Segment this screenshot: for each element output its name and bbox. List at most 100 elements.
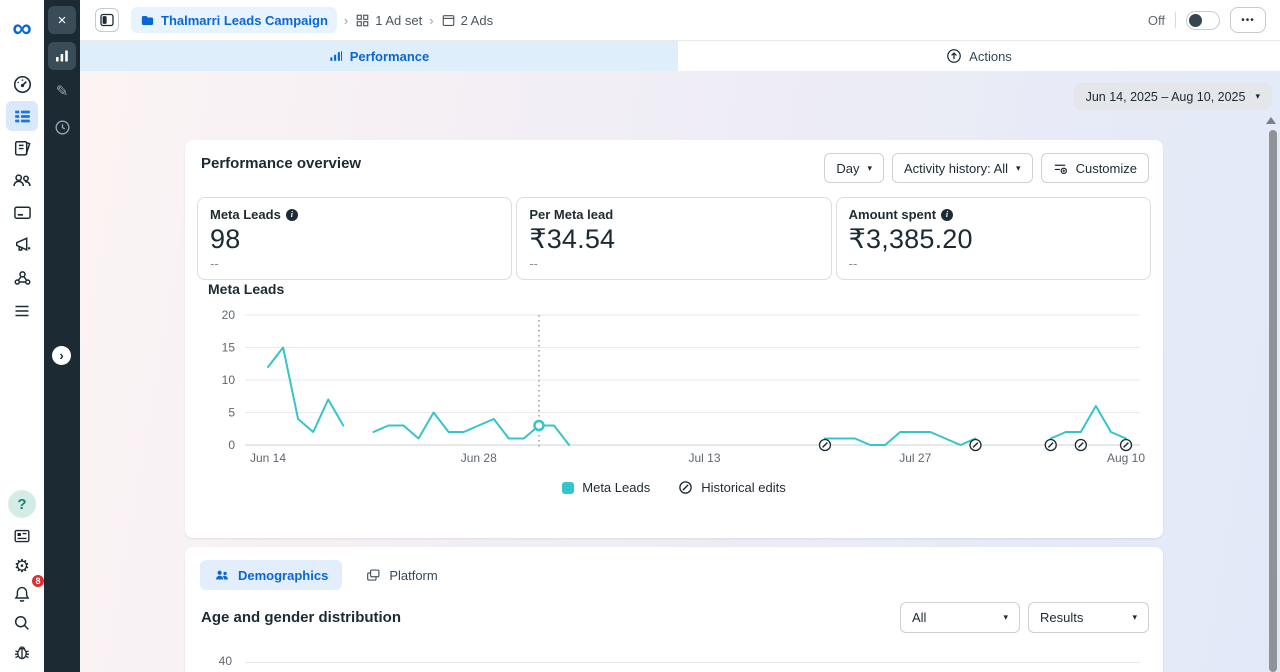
close-panel-button[interactable]: × — [48, 6, 76, 34]
metric-meta-leads[interactable]: Meta Leads i 98 -- — [197, 197, 512, 280]
tab-platform-label: Platform — [389, 568, 437, 583]
history-panel-button[interactable] — [48, 113, 76, 141]
tab-demographics[interactable]: Demographics — [200, 560, 342, 590]
metric-value: 98 — [210, 224, 499, 255]
chart-title: Meta Leads — [208, 281, 284, 297]
age-gender-section-header: Age and gender distribution All ▾ Result… — [201, 602, 1149, 633]
tab-actions-label: Actions — [969, 49, 1012, 64]
campaign-status-toggle[interactable] — [1186, 11, 1220, 30]
toggle-knob — [1189, 14, 1202, 27]
metric-label: Amount spent — [849, 207, 936, 222]
breadcrumb-ads[interactable]: 2 Ads — [441, 13, 494, 28]
help-button[interactable]: ? — [6, 489, 38, 519]
customize-label: Customize — [1076, 161, 1137, 176]
report-bug-button[interactable] — [6, 637, 38, 667]
activity-history-label: Activity history: All — [904, 161, 1008, 176]
connected-nodes-icon — [12, 267, 33, 288]
sidebar-item-audiences[interactable] — [6, 165, 38, 195]
tab-platform[interactable]: Platform — [352, 560, 451, 590]
sidebar-item-advertise[interactable] — [6, 229, 38, 259]
breadcrumb-adset[interactable]: 1 Ad set — [355, 13, 422, 28]
breadcrumb: Thalmarri Leads Campaign › 1 Ad set › 2 … — [131, 7, 493, 33]
demographics-tabs: Demographics Platform — [200, 560, 452, 590]
platform-layers-icon — [366, 568, 381, 583]
caret-down-icon: ▾ — [1016, 163, 1021, 174]
performance-controls: Day ▾ Activity history: All ▾ Customize — [824, 153, 1149, 183]
filter-all-dropdown[interactable]: All ▾ — [900, 602, 1020, 633]
metric-label: Meta Leads — [210, 207, 281, 222]
metric-value: ₹3,385.20 — [849, 224, 1138, 255]
breadcrumb-campaign[interactable]: Thalmarri Leads Campaign — [131, 7, 337, 33]
svg-text:20: 20 — [222, 308, 236, 322]
legend-label: Meta Leads — [582, 480, 650, 495]
campaigns-table-icon — [12, 106, 33, 127]
top-toolbar: Thalmarri Leads Campaign › 1 Ad set › 2 … — [80, 0, 1280, 41]
svg-text:Jul 27: Jul 27 — [899, 451, 931, 465]
caret-down-icon: ▾ — [867, 163, 872, 174]
topbar-right-controls: Off ••• — [1148, 7, 1280, 33]
breadcrumb-campaign-label: Thalmarri Leads Campaign — [161, 13, 328, 28]
more-options-icon: ••• — [1241, 15, 1255, 26]
caret-down-icon: ▾ — [1132, 612, 1137, 623]
date-range-label: Jun 14, 2025 – Aug 10, 2025 — [1086, 90, 1246, 104]
sidebar-item-campaigns[interactable] — [6, 101, 38, 131]
metric-subvalue: -- — [210, 256, 499, 271]
svg-text:10: 10 — [222, 373, 236, 387]
search-button[interactable] — [6, 608, 38, 638]
pencil-icon: ✎ — [56, 84, 69, 99]
panel-layout-icon — [99, 12, 115, 28]
info-icon[interactable]: i — [941, 209, 953, 221]
metric-value: ₹34.54 — [529, 224, 818, 255]
ad-frame-icon — [441, 13, 456, 28]
metric-cards: Meta Leads i 98 -- Per Meta lead ₹34.54 … — [197, 197, 1151, 280]
sidebar-item-all-tools[interactable] — [6, 296, 38, 326]
breakdown-day-dropdown[interactable]: Day ▾ — [824, 153, 884, 183]
sidebar-item-overview[interactable] — [6, 69, 38, 99]
meta-leads-line-chart[interactable]: 05101520Jun 14Jun 28Jul 13Jul 27Aug 10 — [185, 298, 1163, 472]
scrollbar-thumb[interactable] — [1269, 130, 1277, 672]
metric-subvalue: -- — [849, 256, 1138, 271]
bug-icon — [12, 642, 32, 662]
scrollbar-up-arrow[interactable] — [1266, 117, 1276, 124]
edit-panel-button[interactable]: ✎ — [48, 77, 76, 105]
customize-button[interactable]: Customize — [1041, 153, 1149, 183]
caret-down-icon: ▾ — [1003, 612, 1008, 623]
more-options-button[interactable]: ••• — [1230, 7, 1266, 33]
view-tabs: Performance Actions — [80, 41, 1280, 71]
credit-card-icon — [12, 202, 33, 223]
bar-chart-icon — [54, 48, 70, 64]
age-chart-ytick: 40 — [202, 654, 232, 668]
insights-rail: × ✎ › — [44, 0, 80, 672]
demographics-people-icon — [214, 567, 230, 583]
tab-performance[interactable]: Performance — [80, 41, 678, 71]
collapse-sidebar-button[interactable] — [95, 8, 119, 32]
info-icon[interactable]: i — [286, 209, 298, 221]
updates-button[interactable] — [6, 521, 38, 551]
sidebar-item-events[interactable] — [6, 262, 38, 292]
svg-text:Jun 14: Jun 14 — [250, 451, 286, 465]
sidebar-item-billing[interactable] — [6, 197, 38, 227]
main-content: Jun 14, 2025 – Aug 10, 2025 ▾ Performanc… — [80, 71, 1280, 672]
meta-infinity-icon: ∞ — [12, 15, 31, 42]
menu-icon — [12, 301, 32, 321]
folder-icon — [140, 13, 155, 28]
date-range-picker[interactable]: Jun 14, 2025 – Aug 10, 2025 ▾ — [1074, 83, 1272, 110]
app-rail: ∞ — [0, 0, 44, 672]
filter-results-dropdown[interactable]: Results ▾ — [1028, 602, 1149, 633]
demographics-filters: All ▾ Results ▾ — [900, 602, 1149, 633]
metric-per-meta-lead[interactable]: Per Meta lead ₹34.54 -- — [516, 197, 831, 280]
expand-panel-button[interactable]: › — [52, 346, 71, 365]
metric-amount-spent[interactable]: Amount spent i ₹3,385.20 -- — [836, 197, 1151, 280]
sidebar-item-reporting[interactable] — [6, 132, 38, 162]
gauge-icon — [12, 74, 33, 95]
notifications-button[interactable]: 8 — [6, 579, 38, 609]
tab-actions[interactable]: Actions — [678, 41, 1280, 71]
svg-text:Jun 28: Jun 28 — [461, 451, 497, 465]
breadcrumb-separator-icon: › — [344, 13, 348, 28]
meta-logo[interactable]: ∞ — [6, 13, 38, 43]
performance-overview-title: Performance overview — [201, 155, 361, 172]
activity-history-dropdown[interactable]: Activity history: All ▾ — [892, 153, 1033, 183]
charts-panel-button[interactable] — [48, 42, 76, 70]
chevron-right-icon: › — [59, 349, 63, 362]
close-icon: × — [58, 12, 67, 29]
